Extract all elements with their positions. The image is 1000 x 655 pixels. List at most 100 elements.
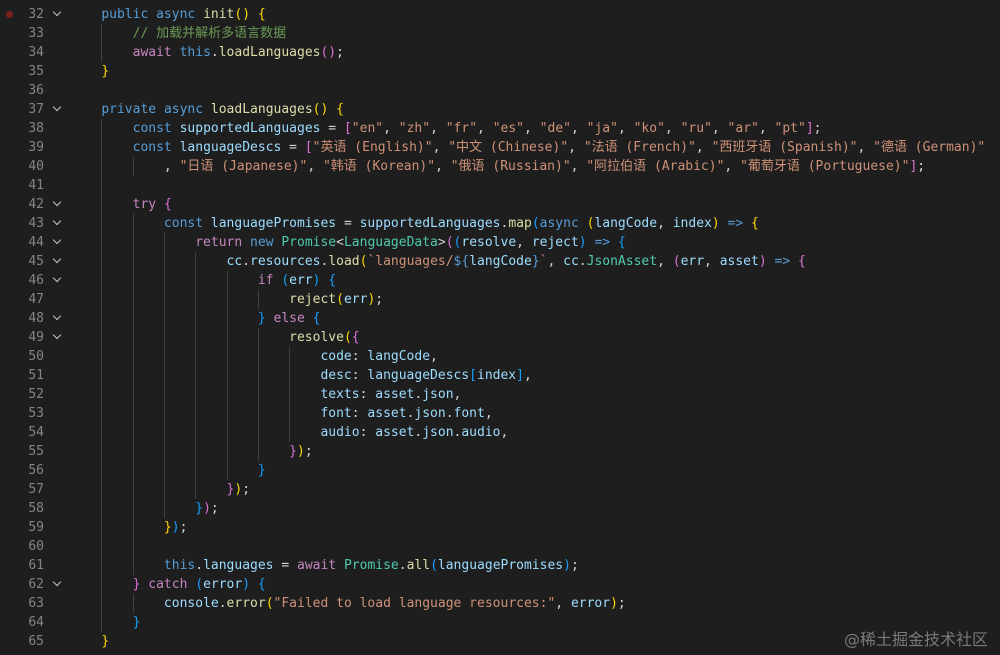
code-text: cc.resources.load(`languages/${langCode}… bbox=[226, 254, 806, 269]
code-line[interactable]: 54 audio: asset.json.audio, bbox=[0, 423, 1000, 442]
code-text: console.error("Failed to load language r… bbox=[163, 596, 626, 611]
code-line[interactable]: 61 this.languages = await Promise.all(la… bbox=[0, 556, 1000, 575]
line-number: 33 bbox=[28, 26, 44, 41]
line-number: 41 bbox=[28, 178, 44, 193]
line-number: 48 bbox=[28, 311, 44, 326]
code-line[interactable]: 39 const languageDescs = ["英语 (English)"… bbox=[0, 138, 1000, 157]
code-text: }); bbox=[163, 520, 188, 535]
code-line[interactable]: 41 bbox=[0, 176, 1000, 195]
line-number: 45 bbox=[28, 254, 44, 269]
indent-guide bbox=[289, 347, 291, 442]
code-text: if (err) { bbox=[257, 273, 337, 288]
code-editor[interactable]: 32 public async init() {33 // 加载并解析多语言数据… bbox=[0, 0, 1000, 655]
code-line[interactable]: 34 await this.loadLanguages(); bbox=[0, 43, 1000, 62]
line-number: 61 bbox=[28, 558, 44, 573]
code-text: try { bbox=[132, 197, 172, 212]
chevron-down-icon[interactable] bbox=[52, 100, 64, 119]
code-text: } bbox=[132, 615, 141, 630]
code-text: this.languages = await Promise.all(langu… bbox=[163, 558, 579, 573]
chevron-down-icon[interactable] bbox=[52, 214, 64, 233]
line-number: 50 bbox=[28, 349, 44, 364]
indent-guide bbox=[257, 290, 259, 309]
line-number: 35 bbox=[28, 64, 44, 79]
code-line[interactable]: 58 }); bbox=[0, 499, 1000, 518]
code-line[interactable]: 53 font: asset.json.font, bbox=[0, 404, 1000, 423]
line-number: 39 bbox=[28, 140, 44, 155]
line-number: 51 bbox=[28, 368, 44, 383]
code-line[interactable]: 37 private async loadLanguages() { bbox=[0, 100, 1000, 119]
line-number: 46 bbox=[28, 273, 44, 288]
line-number: 42 bbox=[28, 197, 44, 212]
chevron-down-icon[interactable] bbox=[52, 233, 64, 252]
code-text: }); bbox=[226, 482, 251, 497]
code-line[interactable]: 40 , "日语 (Japanese)", "韩语 (Korean)", "俄语… bbox=[0, 157, 1000, 176]
line-number: 56 bbox=[28, 463, 44, 478]
code-line[interactable]: 47 reject(err); bbox=[0, 290, 1000, 309]
code-line[interactable]: 50 code: langCode, bbox=[0, 347, 1000, 366]
chevron-down-icon[interactable] bbox=[52, 575, 64, 594]
code-line[interactable]: 33 // 加载并解析多语言数据 bbox=[0, 24, 1000, 43]
code-line[interactable]: 63 console.error("Failed to load languag… bbox=[0, 594, 1000, 613]
code-line[interactable]: 55 }); bbox=[0, 442, 1000, 461]
code-line[interactable]: 62 } catch (error) { bbox=[0, 575, 1000, 594]
breakpoint-icon[interactable] bbox=[6, 11, 13, 18]
code-line[interactable]: 45 cc.resources.load(`languages/${langCo… bbox=[0, 252, 1000, 271]
code-line[interactable]: 38 const supportedLanguages = ["en", "zh… bbox=[0, 119, 1000, 138]
code-line[interactable]: 51 desc: languageDescs[index], bbox=[0, 366, 1000, 385]
code-line[interactable]: 44 return new Promise<LanguageData>((res… bbox=[0, 233, 1000, 252]
code-line[interactable]: 49 resolve({ bbox=[0, 328, 1000, 347]
chevron-down-icon[interactable] bbox=[52, 309, 64, 328]
chevron-down-icon[interactable] bbox=[52, 271, 64, 290]
line-number: 44 bbox=[28, 235, 44, 250]
code-text: }); bbox=[195, 501, 219, 516]
code-text: const languageDescs = ["英语 (English)", "… bbox=[132, 140, 986, 155]
chevron-down-icon[interactable] bbox=[52, 5, 64, 24]
code-line[interactable]: 52 texts: asset.json, bbox=[0, 385, 1000, 404]
line-number: 55 bbox=[28, 444, 44, 459]
indent-guide bbox=[257, 328, 259, 461]
line-number: 32 bbox=[28, 7, 44, 22]
indent-guide bbox=[132, 157, 134, 176]
indent-guide bbox=[195, 252, 197, 499]
chevron-down-icon[interactable] bbox=[52, 195, 64, 214]
code-text: return new Promise<LanguageData>((resolv… bbox=[195, 235, 626, 250]
code-line[interactable]: 32 public async init() { bbox=[0, 5, 1000, 24]
code-text: public async init() { bbox=[101, 7, 266, 22]
indent-guide bbox=[132, 594, 134, 613]
line-number: 36 bbox=[28, 83, 44, 98]
line-number: 34 bbox=[28, 45, 44, 60]
code-line[interactable]: 60 bbox=[0, 537, 1000, 556]
code-line[interactable]: 43 const languagePromises = supportedLan… bbox=[0, 214, 1000, 233]
code-line[interactable]: 36 bbox=[0, 81, 1000, 100]
code-text: } bbox=[257, 463, 266, 478]
code-line[interactable]: 35 } bbox=[0, 62, 1000, 81]
line-number: 40 bbox=[28, 159, 44, 174]
indent-guide bbox=[163, 233, 165, 518]
code-text: } catch (error) { bbox=[132, 577, 266, 592]
chevron-down-icon[interactable] bbox=[52, 252, 64, 271]
line-number: 57 bbox=[28, 482, 44, 497]
line-number: 49 bbox=[28, 330, 44, 345]
code-line[interactable]: 57 }); bbox=[0, 480, 1000, 499]
code-text: texts: asset.json, bbox=[320, 387, 462, 402]
code-text: code: langCode, bbox=[320, 349, 438, 364]
code-line[interactable]: 42 try { bbox=[0, 195, 1000, 214]
line-number: 52 bbox=[28, 387, 44, 402]
line-number: 43 bbox=[28, 216, 44, 231]
code-text: desc: languageDescs[index], bbox=[320, 368, 532, 383]
indent-guide bbox=[132, 214, 134, 575]
code-text: // 加载并解析多语言数据 bbox=[132, 26, 287, 41]
code-line[interactable]: 46 if (err) { bbox=[0, 271, 1000, 290]
indent-guide bbox=[101, 24, 103, 62]
line-number: 64 bbox=[28, 615, 44, 630]
code-line[interactable]: 59 }); bbox=[0, 518, 1000, 537]
line-number: 53 bbox=[28, 406, 44, 421]
chevron-down-icon[interactable] bbox=[52, 328, 64, 347]
code-line[interactable]: 56 } bbox=[0, 461, 1000, 480]
code-text: }); bbox=[289, 444, 313, 459]
indent-guide bbox=[226, 271, 228, 480]
code-line[interactable]: 48 } else { bbox=[0, 309, 1000, 328]
line-number: 63 bbox=[28, 596, 44, 611]
line-number: 58 bbox=[28, 501, 44, 516]
line-number: 37 bbox=[28, 102, 44, 117]
